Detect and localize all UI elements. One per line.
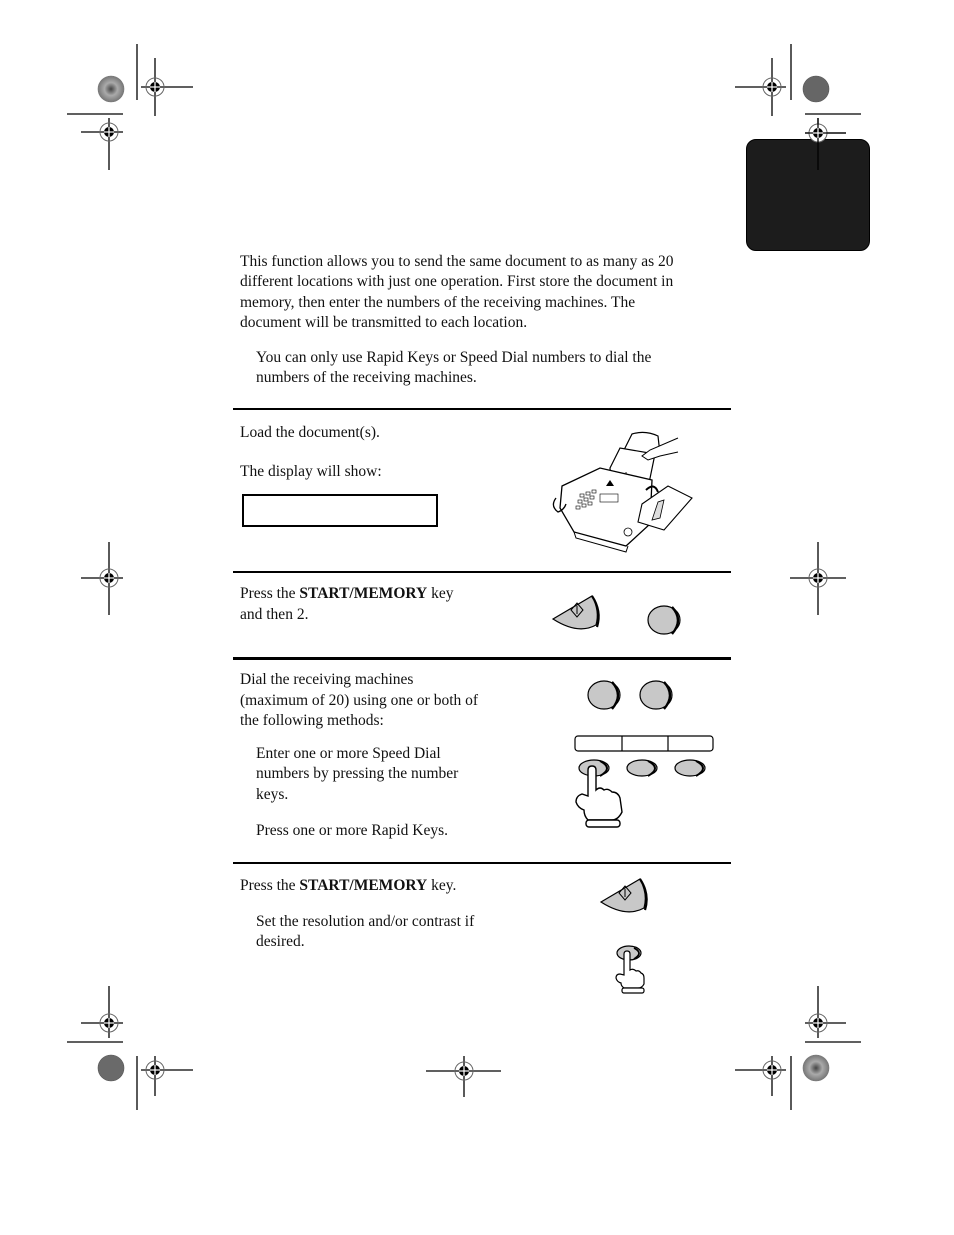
- step-divider: [233, 408, 731, 410]
- step-divider: [233, 571, 731, 573]
- method-line: keys.: [256, 785, 289, 803]
- lcd-display-box: [242, 494, 438, 527]
- method-line: Press one or more Rapid Keys.: [256, 822, 448, 839]
- start-memory-key-icon: [551, 595, 600, 630]
- text: key.: [427, 877, 457, 894]
- intro-line: document will be transmitted to each loc…: [240, 313, 528, 331]
- method-line: numbers by pressing the number: [256, 765, 459, 783]
- rapid-keys-icon: [574, 735, 714, 828]
- step-1-instruction: Load the document(s).: [240, 424, 380, 441]
- crop-mark-mid-left: [81, 542, 123, 615]
- note-line: Set the resolution and/or contrast if: [256, 913, 475, 930]
- step-divider: [233, 657, 731, 660]
- text: Press the: [240, 877, 300, 894]
- number-key-2-icon: [647, 605, 681, 635]
- note-line: You can only use Rapid Keys or Speed Dia…: [256, 349, 652, 366]
- method-speed-dial: Enter one or more Speed Dial numbers by …: [256, 744, 458, 805]
- method-line: Enter one or more Speed Dial: [256, 745, 441, 762]
- step-3-instruction: Dial the receiving machines (maximum of …: [240, 670, 478, 732]
- intro-note: You can only use Rapid Keys or Speed Dia…: [256, 348, 651, 389]
- step-4-instruction: Press the START/MEMORY key.: [240, 876, 456, 897]
- text: key: [427, 585, 454, 602]
- step-3-line: the following methods:: [240, 712, 384, 729]
- step-divider: [233, 862, 731, 864]
- crop-mark-bottom-center: [426, 1056, 501, 1097]
- resolution-contrast-key-icon: [615, 945, 645, 994]
- step-3-line: (maximum of 20) using one or both of: [240, 691, 479, 709]
- note-line: numbers of the receiving machines.: [256, 369, 477, 387]
- step-2-instruction: Press the START/MEMORY key and then 2.: [240, 584, 453, 625]
- crop-mark-mid-right: [790, 542, 846, 615]
- key-name: START/MEMORY: [299, 877, 428, 894]
- note-line: desired.: [256, 933, 305, 951]
- start-memory-key-icon: [599, 878, 648, 913]
- intro-paragraph: This function allows you to send the sam…: [240, 252, 730, 333]
- fax-machine-illustration: [552, 431, 693, 553]
- text: Press the: [240, 585, 300, 602]
- intro-line: memory, then enter the numbers of the re…: [240, 293, 636, 311]
- registration-mark-on-tab: [805, 118, 846, 170]
- key-name: START/MEMORY: [299, 585, 428, 602]
- method-rapid-keys: Press one or more Rapid Keys.: [256, 821, 448, 841]
- number-keys-icon: [587, 680, 673, 710]
- step-4-note: Set the resolution and/or contrast if de…: [256, 912, 474, 953]
- crop-mark-bottom-right: [735, 986, 861, 1110]
- step-3-line: Dial the receiving machines: [240, 671, 414, 688]
- step-2-line-1: Press the START/MEMORY key: [240, 584, 453, 605]
- crop-mark-bottom-left: [67, 986, 193, 1110]
- intro-line: different locations with just one operat…: [240, 273, 674, 291]
- step-2-line-2: and then 2.: [240, 605, 309, 623]
- step-1-display-label: The display will show:: [240, 463, 382, 480]
- intro-line: This function allows you to send the sam…: [240, 253, 674, 270]
